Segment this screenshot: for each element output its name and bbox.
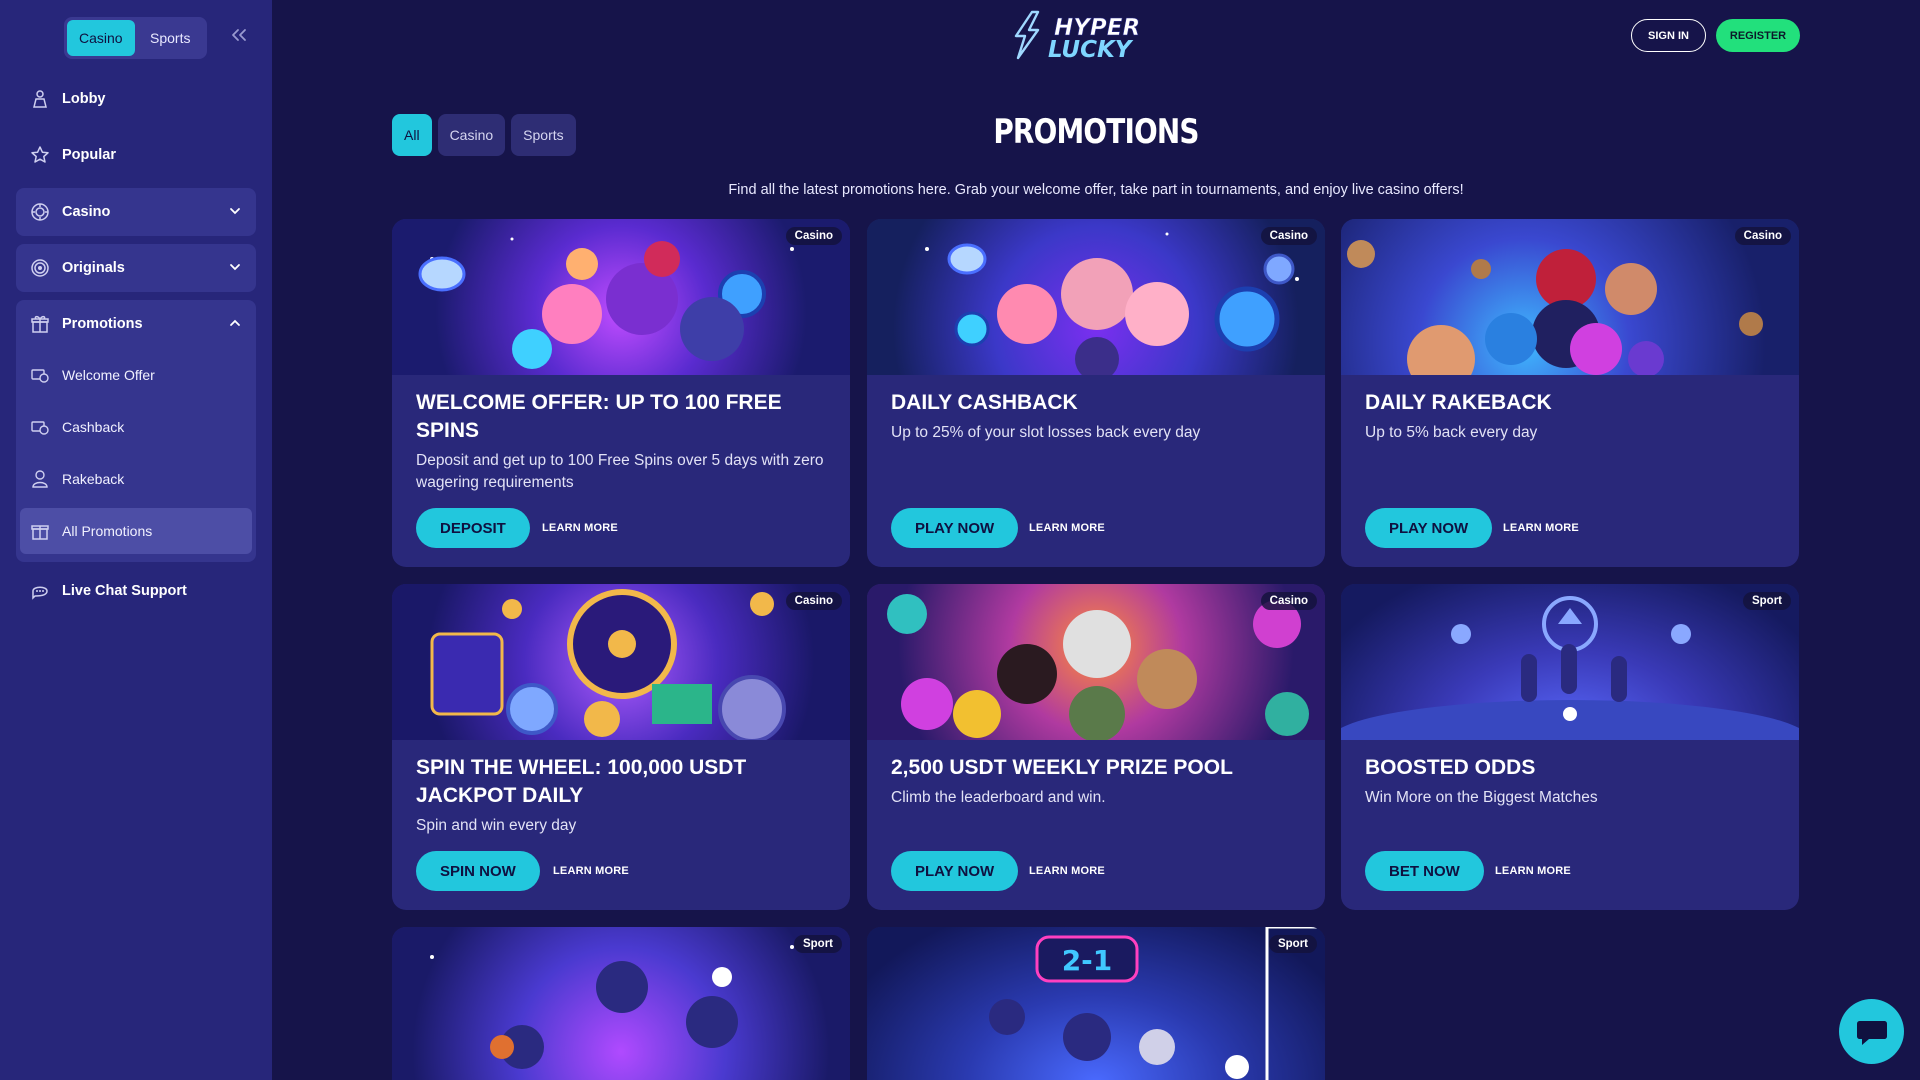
sidebar-item-label: Casino	[62, 204, 111, 220]
promo-description: Spin and win every day	[416, 817, 577, 834]
learn-more-link[interactable]: LEARN MORE	[1029, 522, 1105, 534]
sidebar-item-label: Popular	[62, 147, 116, 163]
promotions-group: Promotions Welcome Offer Cashback Rakeba…	[16, 300, 256, 562]
vertical-toggle: Casino Sports	[64, 17, 207, 59]
promo-image-characters: Casino	[1341, 219, 1799, 375]
money-icon	[30, 417, 50, 437]
category-badge: Sport	[1268, 935, 1317, 953]
play-now-button[interactable]: PLAY NOW	[1365, 508, 1493, 548]
originals-icon	[30, 258, 50, 278]
promo-image-sports: Sport	[392, 927, 850, 1080]
promo-description: Climb the leaderboard and win.	[891, 789, 1106, 806]
sidebar-subitem-label: Rakeback	[62, 471, 125, 487]
learn-more-link[interactable]: LEARN MORE	[553, 865, 629, 877]
sidebar-item-lobby[interactable]: Lobby	[16, 75, 256, 123]
promo-title: SPIN THE WHEEL: 100,000 USDT JACKPOT DAI…	[416, 756, 747, 807]
promo-card-daily-cashback[interactable]: Casino DAILY CASHBACK Up to 25% of your …	[867, 219, 1325, 567]
category-badge: Casino	[1260, 227, 1317, 245]
rakeback-icon	[30, 469, 50, 489]
category-badge: Sport	[793, 935, 842, 953]
promo-card-sport-1[interactable]: Sport	[392, 927, 850, 1080]
sidebar-item-popular[interactable]: Popular	[16, 131, 256, 179]
sidebar-subitem-welcome-offer[interactable]: Welcome Offer	[20, 352, 252, 398]
promo-image-characters: Casino	[867, 584, 1325, 740]
gift-icon	[30, 314, 50, 334]
promo-card-daily-rakeback[interactable]: Casino DAILY RAKEBACK Up to 5% back ever…	[1341, 219, 1799, 567]
casino-chip-icon	[30, 202, 50, 222]
money-icon	[30, 365, 50, 385]
learn-more-link[interactable]: LEARN MORE	[1503, 522, 1579, 534]
promo-title: BOOSTED ODDS	[1365, 756, 1536, 779]
sidebar-item-label: Lobby	[62, 91, 106, 107]
chat-icon	[1856, 1020, 1887, 1045]
play-now-button[interactable]: PLAY NOW	[891, 851, 1019, 891]
promo-image-characters: Casino	[867, 219, 1325, 375]
sidebar-item-originals[interactable]: Originals	[16, 244, 256, 292]
chevron-down-icon	[230, 264, 240, 271]
promo-card-boosted-odds[interactable]: Sport BOOSTED ODDS Win More on the Bigge…	[1341, 584, 1799, 910]
promo-title: WELCOME OFFER: UP TO 100 FREE SPINS	[416, 391, 782, 442]
spin-now-button[interactable]: SPIN NOW	[416, 851, 540, 891]
promo-title: DAILY CASHBACK	[891, 391, 1078, 414]
learn-more-link[interactable]: LEARN MORE	[542, 522, 618, 534]
chevron-down-icon	[230, 208, 240, 215]
page-description: Find all the latest promotions here. Gra…	[728, 182, 1464, 198]
lobby-icon	[30, 89, 50, 109]
category-badge: Sport	[1742, 592, 1791, 610]
chat-icon	[30, 581, 50, 601]
page-title: PROMOTIONS	[993, 112, 1199, 152]
filter-casino[interactable]: Casino	[437, 114, 506, 156]
promo-title: 2,500 USDT WEEKLY PRIZE POOL	[891, 756, 1233, 779]
sidebar-item-promotions[interactable]: Promotions	[16, 300, 256, 348]
category-badge: Casino	[1260, 592, 1317, 610]
sidebar-subitem-rakeback[interactable]: Rakeback	[20, 456, 252, 502]
toggle-casino[interactable]: Casino	[67, 20, 135, 56]
sidebar-subitem-all-promotions[interactable]: All Promotions	[20, 508, 252, 554]
deposit-button[interactable]: DEPOSIT	[416, 508, 530, 548]
filter-all[interactable]: All	[392, 114, 432, 156]
bet-now-button[interactable]: BET NOW	[1365, 851, 1484, 891]
logo-text-lucky: LUCKY	[1048, 37, 1134, 60]
star-icon	[30, 145, 50, 165]
collapse-sidebar-button[interactable]	[228, 24, 250, 46]
site-logo[interactable]: HYPER LUCKY	[1008, 10, 1184, 63]
sidebar-item-live-chat[interactable]: Live Chat Support	[16, 567, 256, 615]
scoreboard-score: 2-1	[1062, 944, 1113, 977]
sign-in-button[interactable]: SIGN IN	[1631, 19, 1706, 52]
promo-image-stadium: 2-1 Sport	[867, 927, 1325, 1080]
sidebar-subitem-label: Welcome Offer	[62, 367, 155, 383]
sidebar-item-casino[interactable]: Casino	[16, 188, 256, 236]
promo-description: Win More on the Biggest Matches	[1365, 789, 1598, 806]
sidebar-subitem-label: Cashback	[62, 419, 125, 435]
promo-card-welcome-offer[interactable]: Casino WELCOME OFFER: UP TO 100 FREE SPI…	[392, 219, 850, 567]
double-chevron-left-icon	[232, 29, 246, 41]
promo-card-sport-2[interactable]: 2-1 Sport	[867, 927, 1325, 1080]
promo-image-stadium: Sport	[1341, 584, 1799, 740]
category-badge: Casino	[785, 227, 842, 245]
sidebar-subitem-label: All Promotions	[62, 523, 153, 539]
promo-card-spin-the-wheel[interactable]: Casino SPIN THE WHEEL: 100,000 USDT JACK…	[392, 584, 850, 910]
sidebar-item-label: Originals	[62, 260, 125, 276]
learn-more-link[interactable]: LEARN MORE	[1029, 865, 1105, 877]
sidebar-item-label: Promotions	[62, 316, 143, 332]
sidebar: Casino Sports Lobby Popular Casino Origi…	[0, 0, 272, 1080]
promo-image-characters: Casino	[392, 219, 850, 375]
promo-description: Up to 5% back every day	[1365, 424, 1538, 441]
sidebar-subitem-cashback[interactable]: Cashback	[20, 404, 252, 450]
chevron-up-icon	[230, 319, 240, 326]
promo-description: Up to 25% of your slot losses back every…	[891, 424, 1201, 441]
play-now-button[interactable]: PLAY NOW	[891, 508, 1019, 548]
promo-title: DAILY RAKEBACK	[1365, 391, 1552, 414]
promo-image-wheel: Casino	[392, 584, 850, 740]
category-badge: Casino	[1734, 227, 1791, 245]
register-button[interactable]: REGISTER	[1716, 19, 1800, 52]
category-badge: Casino	[785, 592, 842, 610]
live-chat-button[interactable]	[1839, 999, 1904, 1064]
gift-icon	[30, 521, 50, 541]
promo-description: Deposit and get up to 100 Free Spins ove…	[416, 452, 824, 491]
sidebar-item-label: Live Chat Support	[62, 583, 187, 599]
learn-more-link[interactable]: LEARN MORE	[1495, 865, 1571, 877]
toggle-sports[interactable]: Sports	[137, 20, 205, 56]
promo-card-weekly-prize-pool[interactable]: Casino 2,500 USDT WEEKLY PRIZE POOL Clim…	[867, 584, 1325, 910]
